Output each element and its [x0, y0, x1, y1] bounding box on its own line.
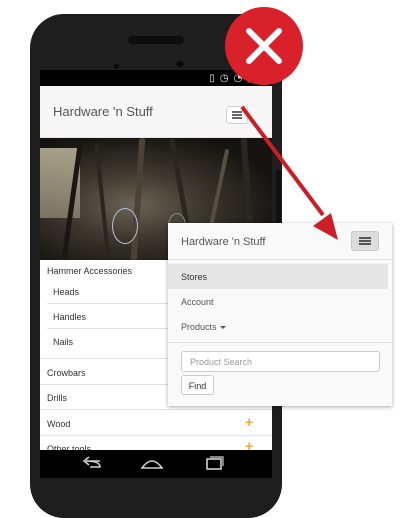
nav-item-products[interactable]: Products	[168, 314, 388, 339]
phone-side-button	[276, 170, 281, 230]
nav-item-account[interactable]: Account	[168, 289, 388, 314]
phone-camera	[175, 59, 185, 69]
back-icon[interactable]	[80, 456, 102, 472]
chevron-down-icon	[219, 326, 226, 330]
nav-item-products-label: Products	[181, 322, 217, 332]
close-x-icon	[246, 28, 282, 64]
panel-brand-title[interactable]: Hardware 'n Stuff	[181, 236, 265, 248]
find-button[interactable]: Find	[181, 375, 214, 395]
vibrate-icon: ▯	[209, 72, 215, 84]
product-search-input[interactable]: Product Search	[181, 351, 380, 372]
brand-title[interactable]: Hardware 'n Stuff	[53, 104, 153, 119]
app-header: Hardware 'n Stuff	[40, 86, 272, 138]
phone-sensor	[114, 64, 119, 69]
menu-item-wood[interactable]: Wood	[47, 419, 272, 429]
nav-item-stores[interactable]: Stores	[168, 264, 388, 289]
expand-plus-icon[interactable]: +	[245, 414, 253, 430]
hamburger-menu-icon[interactable]	[226, 106, 248, 124]
error-badge	[225, 7, 303, 85]
panel-header: Hardware 'n Stuff	[168, 223, 392, 260]
home-icon[interactable]	[140, 456, 164, 472]
expanded-menu-panel: Hardware 'n Stuff Stores Account Product…	[168, 223, 392, 406]
hamburger-menu-icon[interactable]	[351, 231, 379, 251]
phone-speaker	[128, 36, 184, 44]
recents-icon[interactable]	[205, 456, 225, 472]
android-nav-bar	[40, 450, 272, 478]
panel-divider	[168, 342, 392, 343]
